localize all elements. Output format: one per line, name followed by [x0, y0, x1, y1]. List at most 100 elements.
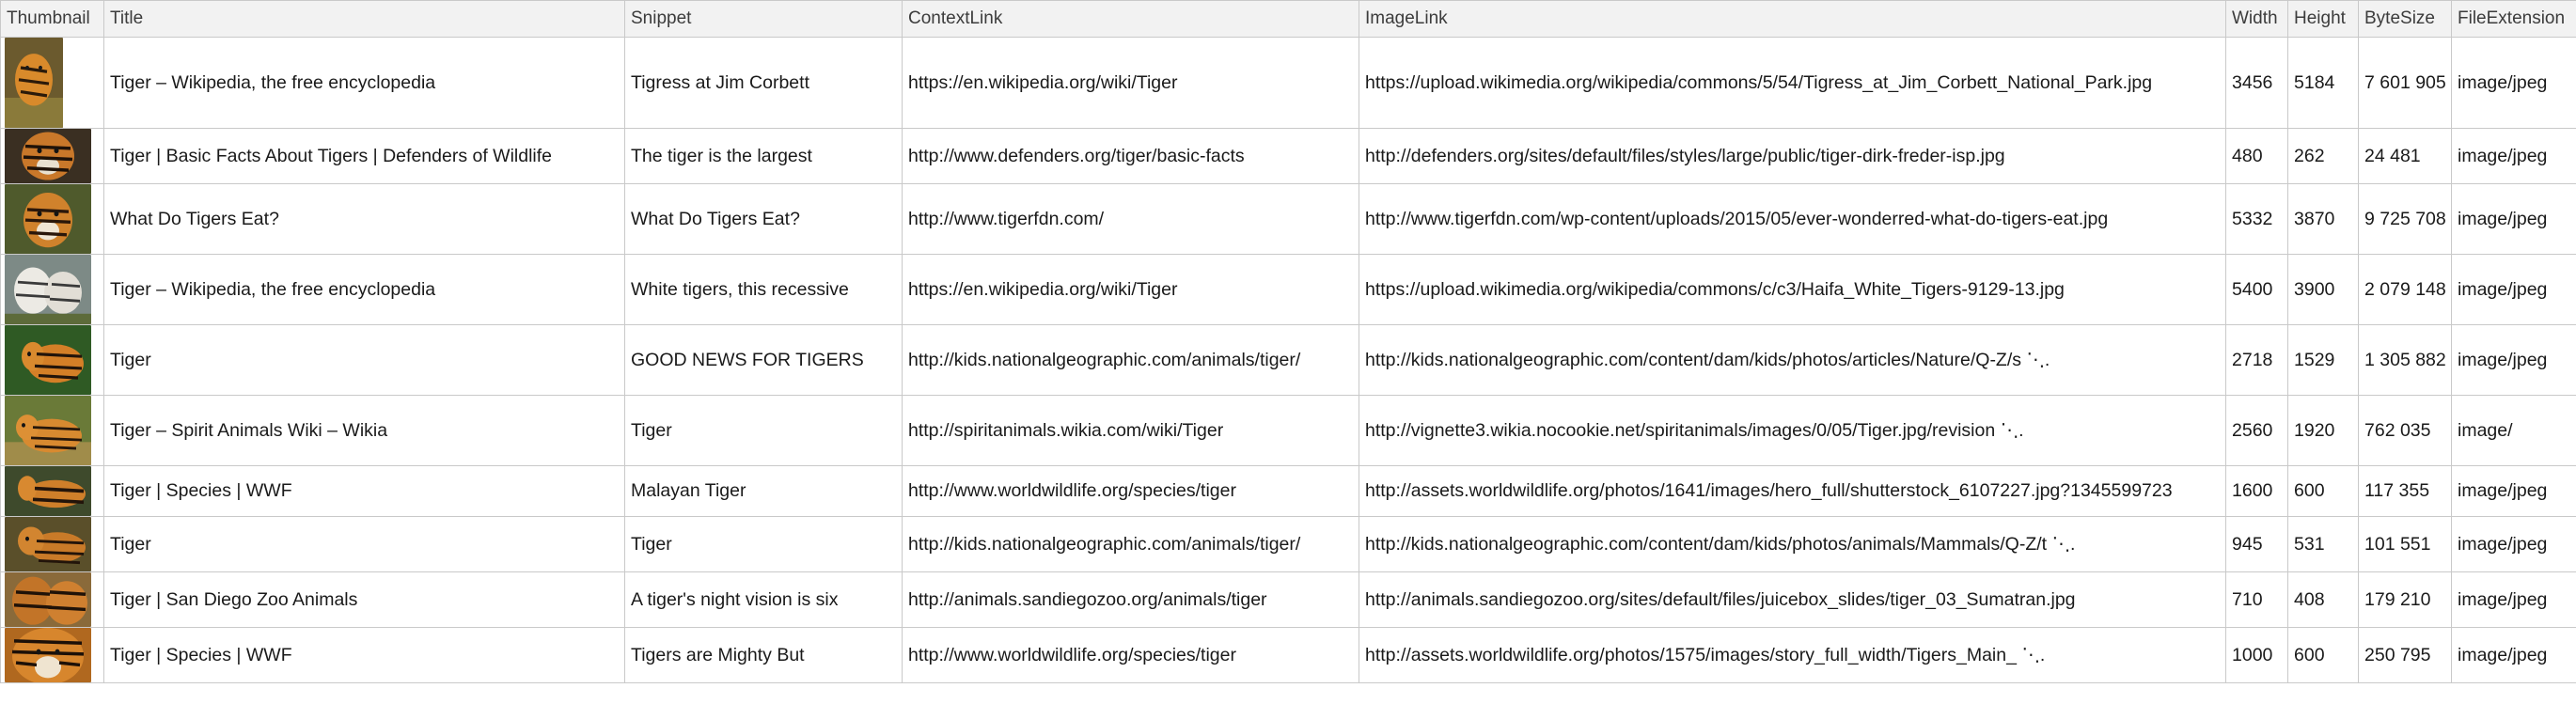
column-header-byte-size[interactable]: ByteSize [2358, 0, 2452, 38]
height-cell: 1920 [2287, 395, 2359, 466]
context-link-cell[interactable]: http://www.worldwildlife.org/species/tig… [902, 465, 1359, 517]
image-link-cell[interactable]: http://www.tigerfdn.com/wp-content/uploa… [1359, 183, 2226, 255]
tiger-thumbnail-icon[interactable] [5, 466, 91, 516]
image-link-cell[interactable]: http://animals.sandiegozoo.org/sites/def… [1359, 571, 2226, 628]
column-header-thumbnail[interactable]: Thumbnail [0, 0, 104, 38]
file-extension-cell: image/jpeg [2451, 465, 2576, 517]
width-cell: 1000 [2225, 627, 2288, 683]
thumbnail-cell [0, 571, 104, 628]
column-header-title[interactable]: Title [103, 0, 625, 38]
tiger-thumbnail-icon[interactable] [5, 38, 63, 128]
tiger-thumbnail-icon[interactable] [5, 628, 91, 682]
context-link-cell[interactable]: http://spiritanimals.wikia.com/wiki/Tige… [902, 395, 1359, 466]
table-row[interactable]: Tiger – Wikipedia, the free encyclopedia… [0, 37, 2576, 129]
column-header-height[interactable]: Height [2287, 0, 2359, 38]
tiger-thumbnail-icon[interactable] [5, 572, 91, 627]
snippet-cell: Malayan Tiger [624, 465, 903, 517]
column-header-image-link[interactable]: ImageLink [1359, 0, 2226, 38]
snippet-cell: The tiger is the largest [624, 128, 903, 184]
title-cell: Tiger | Species | WWF [103, 627, 625, 683]
table-row[interactable]: Tiger – Spirit Animals Wiki – Wikia Tige… [0, 395, 2576, 466]
snippet-cell: Tiger [624, 516, 903, 572]
context-link-cell[interactable]: http://www.defenders.org/tiger/basic-fac… [902, 128, 1359, 184]
context-link-cell[interactable]: http://kids.nationalgeographic.com/anima… [902, 516, 1359, 572]
snippet-cell: What Do Tigers Eat? [624, 183, 903, 255]
file-extension-cell: image/jpeg [2451, 627, 2576, 683]
title-cell: Tiger | San Diego Zoo Animals [103, 571, 625, 628]
title-cell: Tiger | Species | WWF [103, 465, 625, 517]
snippet-cell: GOOD NEWS FOR TIGERS [624, 324, 903, 396]
image-link-cell[interactable]: http://assets.worldwildlife.org/photos/1… [1359, 465, 2226, 517]
table-row[interactable]: Tiger GOOD NEWS FOR TIGERS http://kids.n… [0, 324, 2576, 396]
column-header-file-extension[interactable]: FileExtension [2451, 0, 2576, 38]
table-row[interactable]: Tiger | San Diego Zoo Animals A tiger's … [0, 571, 2576, 628]
title-cell: What Do Tigers Eat? [103, 183, 625, 255]
title-cell: Tiger – Wikipedia, the free encyclopedia [103, 254, 625, 325]
width-cell: 5400 [2225, 254, 2288, 325]
thumbnail-cell [0, 324, 104, 396]
image-link-cell[interactable]: http://defenders.org/sites/default/files… [1359, 128, 2226, 184]
results-table: Thumbnail Title Snippet ContextLink Imag… [0, 0, 2576, 683]
width-cell: 945 [2225, 516, 2288, 572]
thumbnail-cell [0, 183, 104, 255]
table-row[interactable]: Tiger – Wikipedia, the free encyclopedia… [0, 254, 2576, 325]
header-row: Thumbnail Title Snippet ContextLink Imag… [0, 0, 2576, 38]
file-extension-cell: image/jpeg [2451, 183, 2576, 255]
width-cell: 1600 [2225, 465, 2288, 517]
column-header-context-link[interactable]: ContextLink [902, 0, 1359, 38]
height-cell: 1529 [2287, 324, 2359, 396]
byte-size-cell: 24 481 [2358, 128, 2452, 184]
snippet-cell: White tigers, this recessive [624, 254, 903, 325]
tiger-thumbnail-icon[interactable] [5, 325, 91, 395]
width-cell: 2718 [2225, 324, 2288, 396]
width-cell: 3456 [2225, 37, 2288, 129]
table-row[interactable]: Tiger | Species | WWF Tigers are Mighty … [0, 627, 2576, 683]
thumbnail-cell [0, 465, 104, 517]
tiger-thumbnail-icon[interactable] [5, 396, 91, 465]
byte-size-cell: 101 551 [2358, 516, 2452, 572]
title-cell: Tiger [103, 324, 625, 396]
table-row[interactable]: Tiger | Basic Facts About Tigers | Defen… [0, 128, 2576, 184]
image-link-cell[interactable]: http://kids.nationalgeographic.com/conte… [1359, 324, 2226, 396]
context-link-cell[interactable]: http://animals.sandiegozoo.org/animals/t… [902, 571, 1359, 628]
table-row[interactable]: Tiger | Species | WWF Malayan Tiger http… [0, 465, 2576, 517]
table-row[interactable]: What Do Tigers Eat? What Do Tigers Eat? … [0, 183, 2576, 255]
snippet-cell: Tigress at Jim Corbett [624, 37, 903, 129]
thumbnail-cell [0, 37, 104, 129]
width-cell: 480 [2225, 128, 2288, 184]
image-link-cell[interactable]: http://assets.worldwildlife.org/photos/1… [1359, 627, 2226, 683]
file-extension-cell: image/jpeg [2451, 324, 2576, 396]
image-link-cell[interactable]: https://upload.wikimedia.org/wikipedia/c… [1359, 254, 2226, 325]
height-cell: 408 [2287, 571, 2359, 628]
tiger-thumbnail-icon[interactable] [5, 517, 91, 571]
height-cell: 5184 [2287, 37, 2359, 129]
file-extension-cell: image/jpeg [2451, 571, 2576, 628]
height-cell: 3870 [2287, 183, 2359, 255]
image-link-cell[interactable]: http://kids.nationalgeographic.com/conte… [1359, 516, 2226, 572]
title-cell: Tiger – Wikipedia, the free encyclopedia [103, 37, 625, 129]
context-link-cell[interactable]: http://kids.nationalgeographic.com/anima… [902, 324, 1359, 396]
thumbnail-cell [0, 627, 104, 683]
snippet-cell: A tiger's night vision is six [624, 571, 903, 628]
tiger-thumbnail-icon[interactable] [5, 255, 91, 324]
byte-size-cell: 250 795 [2358, 627, 2452, 683]
thumbnail-cell [0, 254, 104, 325]
table-row[interactable]: Tiger Tiger http://kids.nationalgeograph… [0, 516, 2576, 572]
byte-size-cell: 179 210 [2358, 571, 2452, 628]
snippet-cell: Tiger [624, 395, 903, 466]
column-header-width[interactable]: Width [2225, 0, 2288, 38]
tiger-thumbnail-icon[interactable] [5, 184, 91, 254]
file-extension-cell: image/jpeg [2451, 37, 2576, 129]
height-cell: 600 [2287, 465, 2359, 517]
column-header-snippet[interactable]: Snippet [624, 0, 903, 38]
file-extension-cell: image/jpeg [2451, 254, 2576, 325]
tiger-thumbnail-icon[interactable] [5, 129, 91, 183]
context-link-cell[interactable]: https://en.wikipedia.org/wiki/Tiger [902, 37, 1359, 129]
byte-size-cell: 762 035 [2358, 395, 2452, 466]
file-extension-cell: image/jpeg [2451, 128, 2576, 184]
context-link-cell[interactable]: https://en.wikipedia.org/wiki/Tiger [902, 254, 1359, 325]
context-link-cell[interactable]: http://www.tigerfdn.com/ [902, 183, 1359, 255]
image-link-cell[interactable]: http://vignette3.wikia.nocookie.net/spir… [1359, 395, 2226, 466]
context-link-cell[interactable]: http://www.worldwildlife.org/species/tig… [902, 627, 1359, 683]
image-link-cell[interactable]: https://upload.wikimedia.org/wikipedia/c… [1359, 37, 2226, 129]
